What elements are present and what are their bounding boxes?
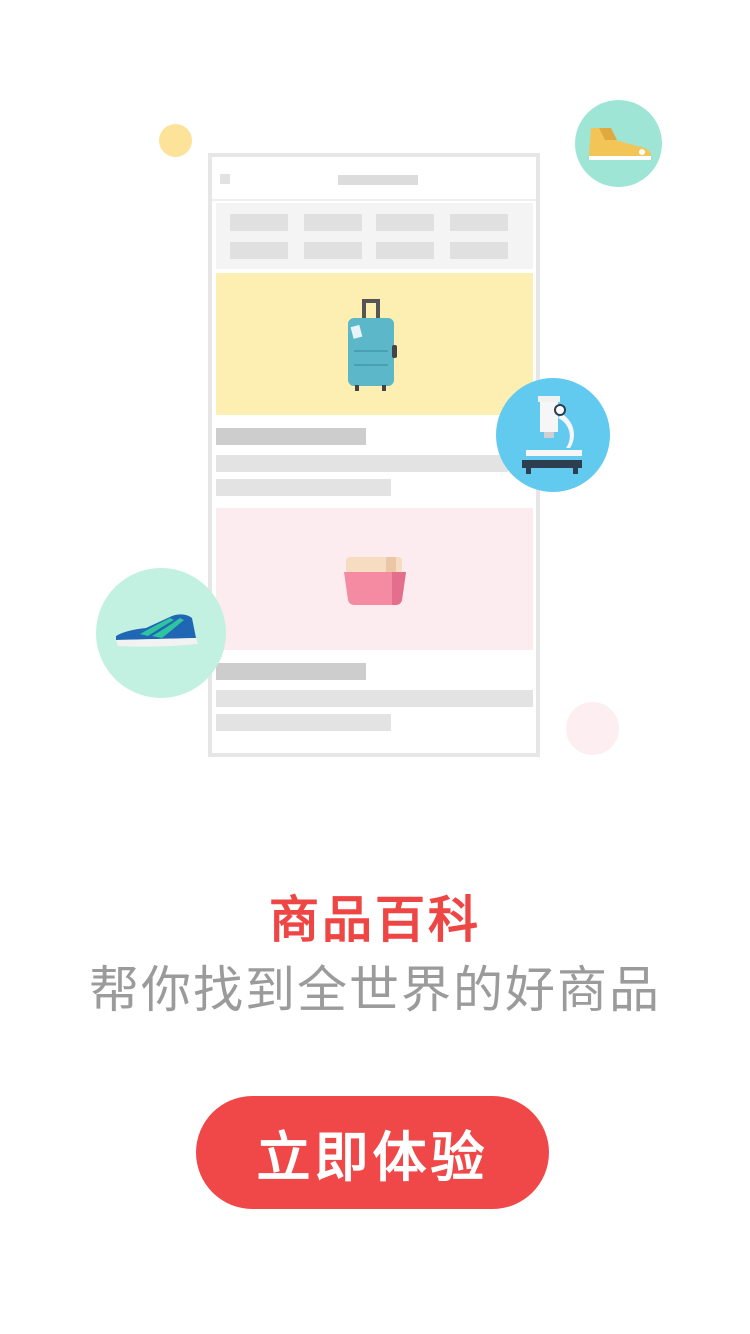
mockup-product-card-suitcase [216,273,533,415]
running-shoe-icon [116,614,198,647]
mockup-text-line [216,428,366,445]
mockup-text-line [216,663,366,680]
mockup-chip [450,214,508,231]
mockup-category-grid [216,203,533,269]
phone-mockup [208,153,540,757]
sneaker-icon [589,128,651,160]
mockup-topbar [212,157,536,201]
suitcase-icon [348,299,397,391]
mockup-chip [450,242,508,259]
mockup-text-line [216,455,508,472]
mockup-back-placeholder [220,174,230,184]
mockup-product-card-cream [216,508,533,650]
mockup-chip [230,242,288,259]
mockup-chip [376,242,434,259]
mockup-chip [304,214,362,231]
try-now-button[interactable]: 立即体验 [196,1096,549,1209]
sneaker-bubble [575,100,662,187]
page-title: 商品百科 [269,891,481,949]
mockup-title-placeholder [338,175,418,185]
decor-dot-yellow [159,124,192,157]
mockup-text-line [216,714,391,731]
microscope-bubble [496,378,610,492]
mockup-chip [230,214,288,231]
mockup-chip [304,242,362,259]
mockup-chip [376,214,434,231]
microscope-icon [522,396,582,474]
mockup-text-line [216,479,391,496]
decor-dot-pink [566,702,619,755]
running-shoe-bubble [96,568,226,698]
cream-jar-icon [344,557,406,606]
mockup-text-line [216,690,533,707]
page-subtitle: 帮你找到全世界的好商品 [89,961,661,1019]
